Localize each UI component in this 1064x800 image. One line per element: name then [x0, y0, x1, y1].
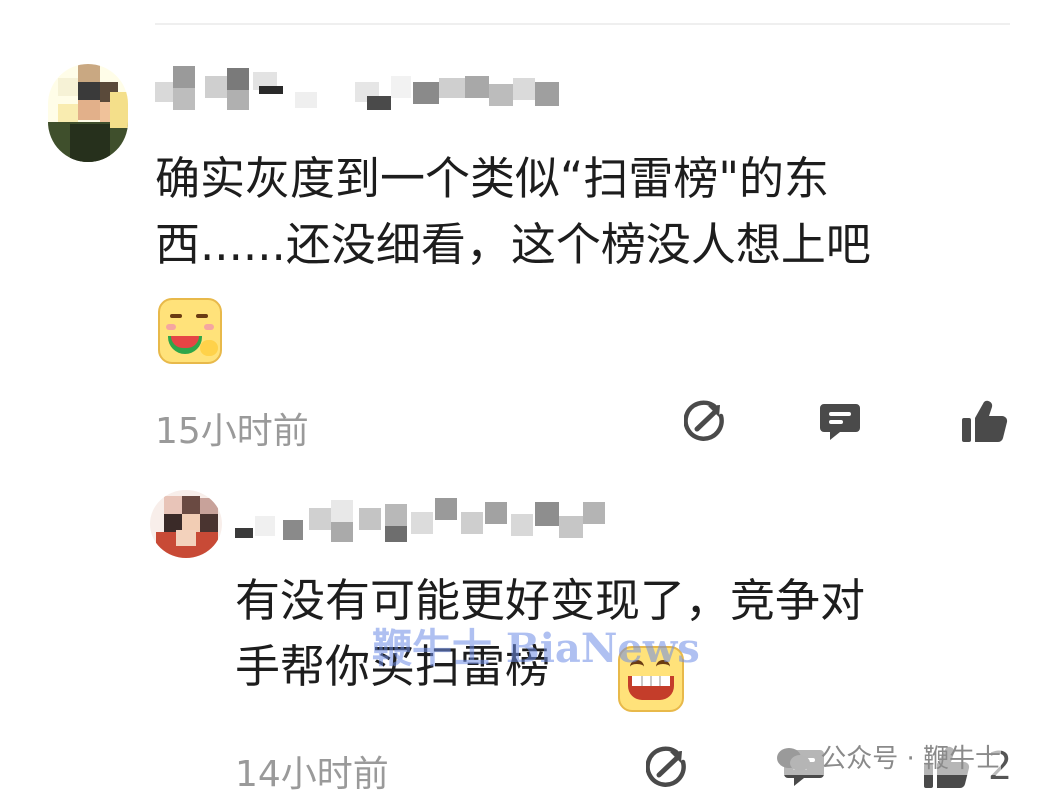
avatar[interactable]: [48, 64, 128, 162]
username-blurred[interactable]: [155, 62, 575, 118]
comment-text: 确实灰度到一个类似“扫雷榜"的东 西......还没细看，这个榜没人想上吧: [155, 146, 1015, 278]
share-icon[interactable]: [683, 400, 726, 442]
account-label: 公众号 · 鞭牛士: [820, 744, 1002, 774]
username-blurred[interactable]: [235, 494, 635, 548]
share-icon[interactable]: [645, 746, 688, 788]
comment-text-line: 确实灰度到一个类似“扫雷榜"的东: [155, 152, 830, 205]
reply-icon[interactable]: [818, 400, 862, 444]
comment-time: 15小时前: [155, 411, 309, 452]
watermelon-eating-emoji: [158, 298, 222, 364]
like-icon[interactable]: [962, 400, 1008, 444]
watermark-text: 鞭牛士 BiaNews: [372, 625, 700, 672]
comment-text-line: 西......还没细看，这个榜没人想上吧: [155, 218, 871, 271]
top-divider: [155, 23, 1010, 25]
wechat-icon: [776, 747, 812, 773]
avatar[interactable]: [150, 490, 222, 558]
comment-time: 14小时前: [235, 754, 389, 795]
wechat-account-watermark: 公众号 · 鞭牛士: [776, 738, 1002, 775]
